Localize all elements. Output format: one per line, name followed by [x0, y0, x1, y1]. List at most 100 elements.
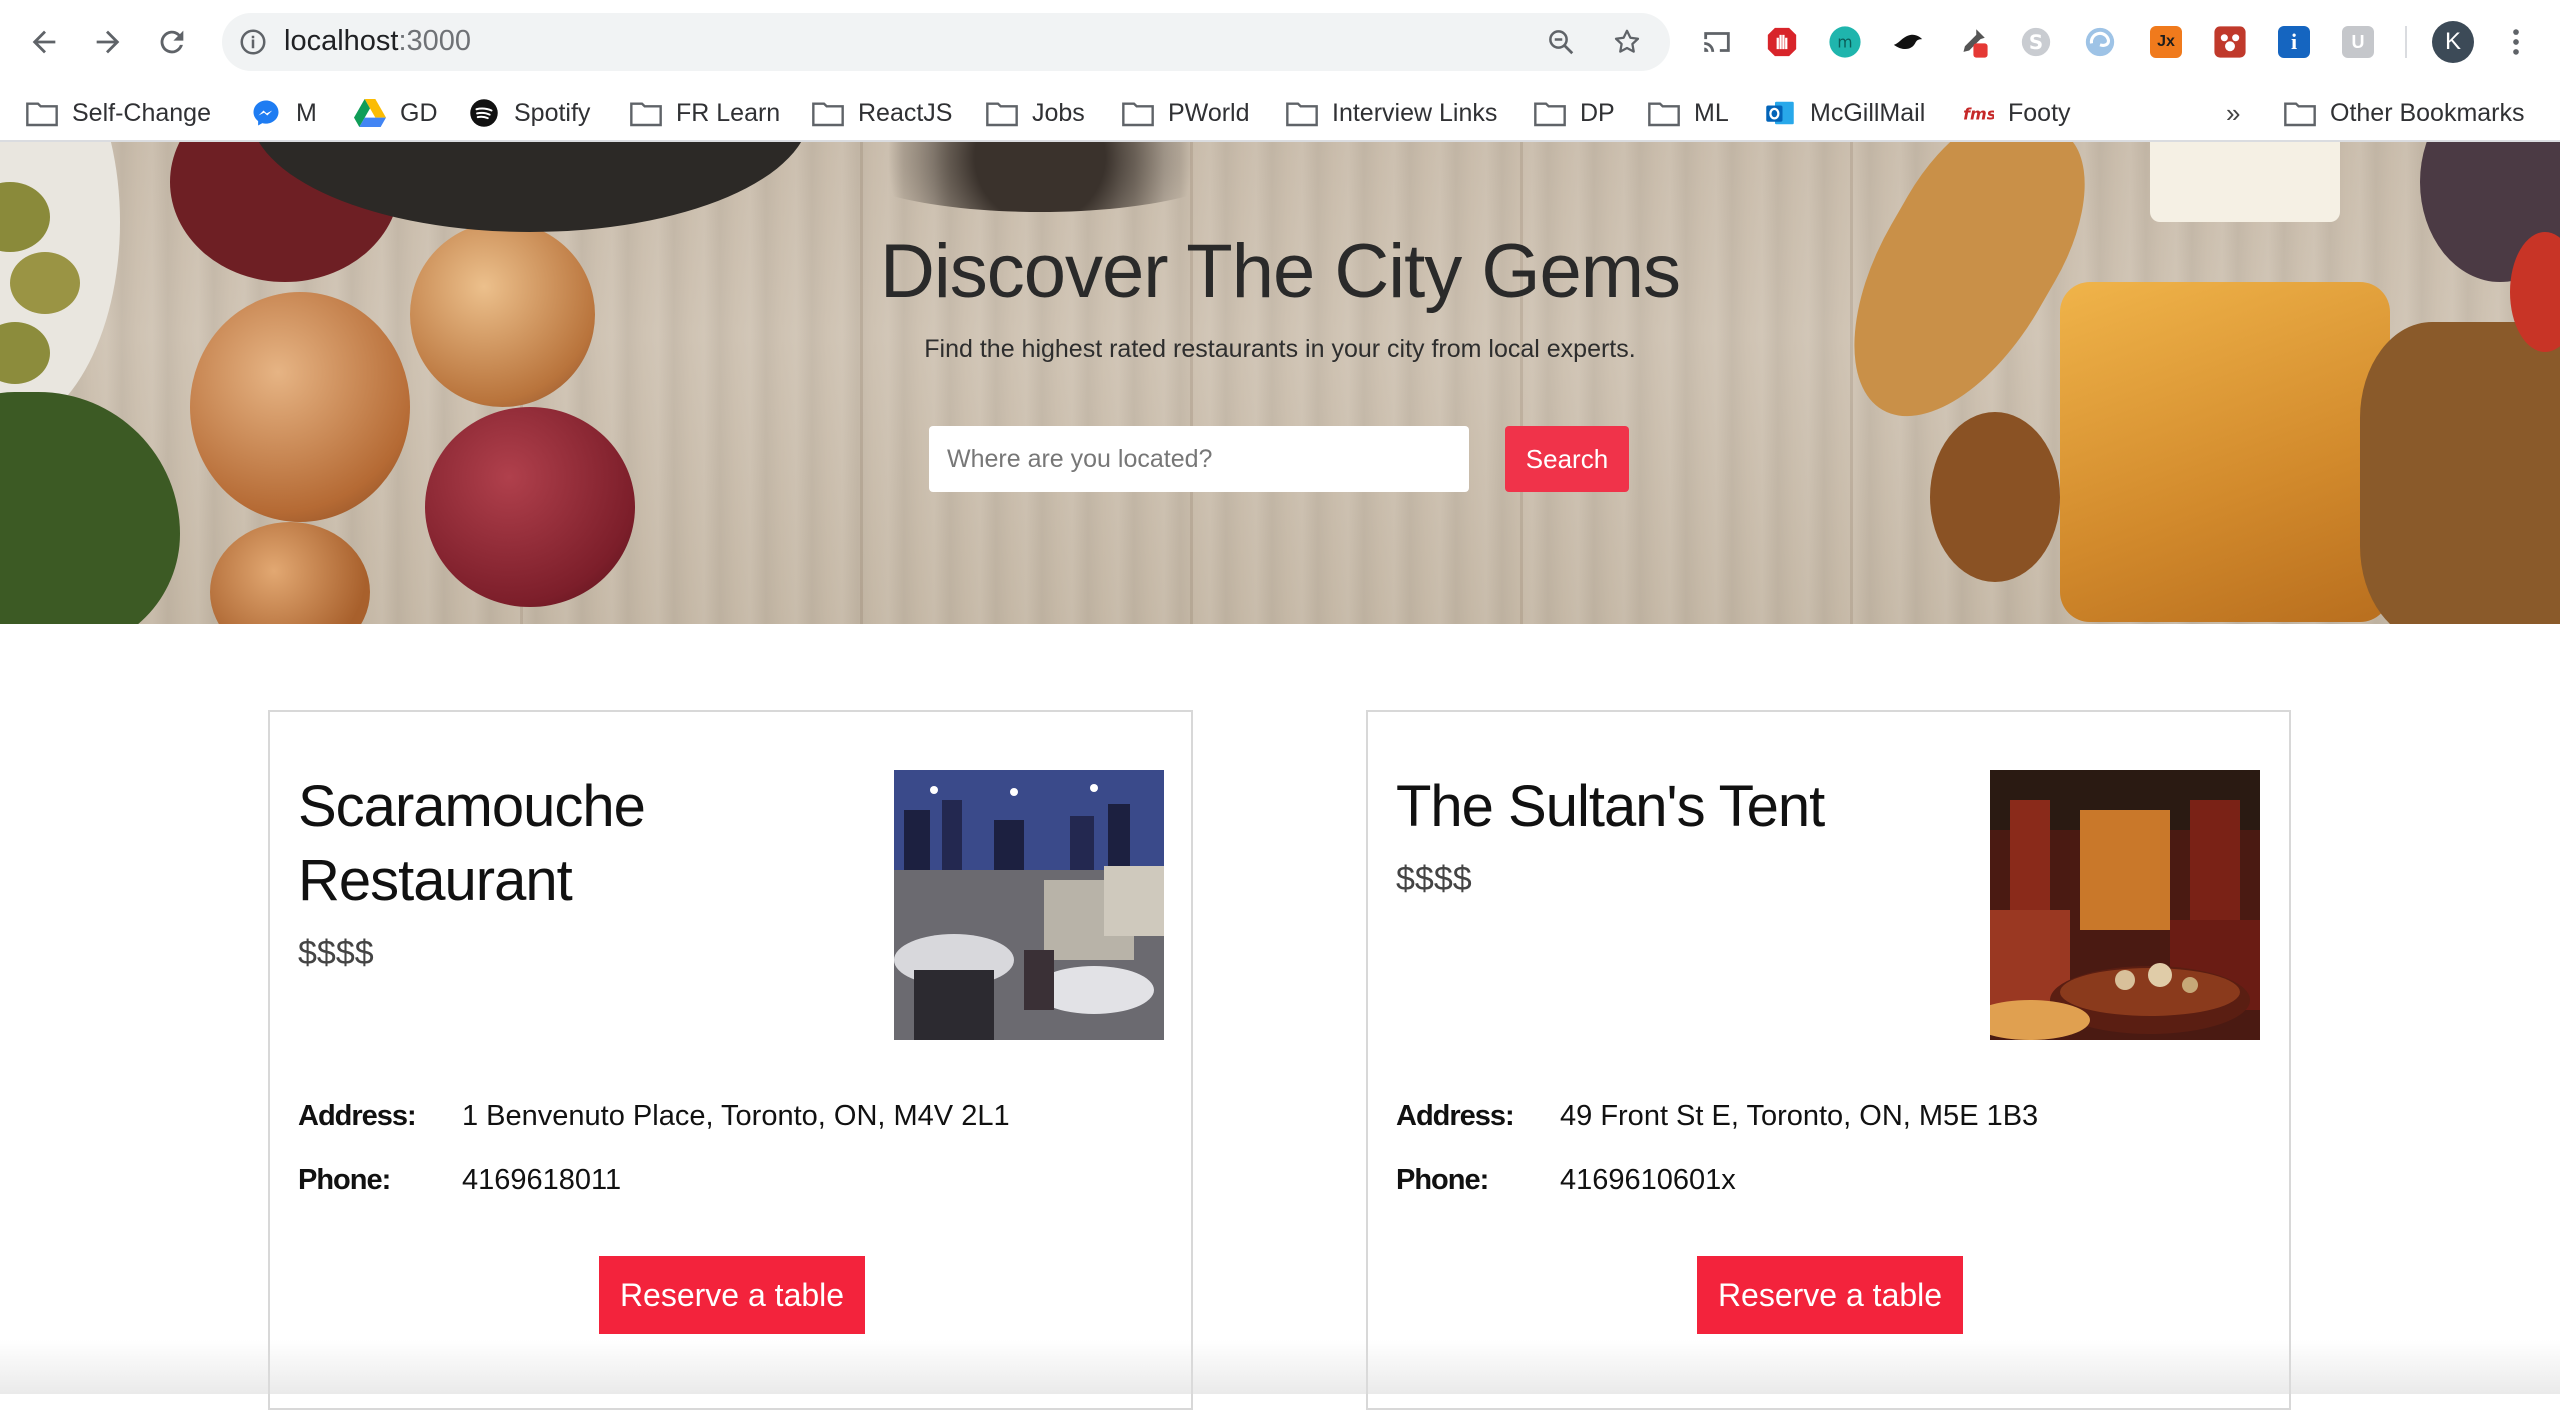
- peppercorns-image: [830, 142, 1250, 212]
- restaurant-name: The Sultan's Tent: [1396, 774, 1825, 839]
- edge-extension[interactable]: [2080, 22, 2120, 62]
- phone-value: 4169610601x: [1560, 1164, 1736, 1196]
- eyedropper-extension[interactable]: [1952, 22, 1992, 62]
- folder-icon: [1648, 97, 1680, 129]
- address-value: 49 Front St E, Toronto, ON, M5E 1B3: [1560, 1100, 2039, 1132]
- bookmark-ml[interactable]: ML: [1648, 93, 1729, 133]
- folder-icon: [26, 97, 58, 129]
- bookmark-label: Jobs: [1032, 98, 1085, 127]
- search-button[interactable]: Search: [1505, 426, 1629, 492]
- outlook-icon: [1764, 97, 1796, 129]
- bookmark-fr-learn[interactable]: FR Learn: [630, 93, 780, 133]
- hero-title: Discover The City Gems: [879, 229, 1681, 314]
- bookmark-label: Self-Change: [72, 98, 211, 127]
- bookmark-label: M: [296, 98, 317, 127]
- bookmark-star-icon[interactable]: [1612, 27, 1642, 57]
- folder-icon: [1534, 97, 1566, 129]
- onion-image: [190, 292, 410, 522]
- bookmark-interview-links[interactable]: Interview Links: [1286, 93, 1497, 133]
- address-row: Address: 1 Benvenuto Place, Toronto, ON,…: [298, 1100, 1010, 1133]
- reserve-table-button[interactable]: Reserve a table: [1697, 1256, 1963, 1334]
- bookmark-label: FR Learn: [676, 98, 781, 127]
- onion-image: [210, 522, 370, 624]
- phone-value: 4169618011: [462, 1164, 622, 1196]
- wooden-spoon-image: [1930, 412, 2060, 582]
- svg-text:fms: fms: [1963, 104, 1994, 123]
- swirl-icon: [2085, 27, 2115, 57]
- reload-icon: [160, 30, 184, 54]
- messenger-icon: [250, 97, 282, 129]
- toolbar-separator: [2405, 26, 2407, 58]
- adblock-extension[interactable]: [1762, 22, 1802, 62]
- restaurant-card: The Sultan's Tent $$$$ Address: 49 Front…: [1366, 710, 2291, 1410]
- bookmark-label: ML: [1694, 98, 1729, 127]
- cast-extension[interactable]: [1697, 22, 1737, 62]
- location-search-input[interactable]: [929, 426, 1469, 492]
- skype-icon: S: [2021, 27, 2051, 57]
- skype-extension[interactable]: S: [2016, 22, 2056, 62]
- bookmark-label: Spotify: [514, 98, 591, 127]
- site-info-icon[interactable]: [238, 27, 268, 57]
- bookmark-label: Interview Links: [1332, 98, 1498, 127]
- red-extension[interactable]: [2210, 22, 2250, 62]
- phone-label: Phone:: [1396, 1164, 1489, 1196]
- folder-icon: [1286, 97, 1318, 129]
- bookmark-mcgillmail[interactable]: McGillMail: [1764, 93, 1925, 133]
- eyedropper-icon: [1963, 29, 1988, 58]
- chrome-menu-button[interactable]: [2496, 22, 2536, 62]
- bookmark-label: ReactJS: [858, 98, 953, 127]
- folder-icon: [2284, 97, 2316, 129]
- profile-avatar[interactable]: K: [2432, 21, 2474, 63]
- bookmark-dp[interactable]: DP: [1534, 93, 1615, 133]
- address-row: Address: 49 Front St E, Toronto, ON, M5E…: [1396, 1100, 2038, 1133]
- address-value: 1 Benvenuto Place, Toronto, ON, M4V 2L1: [462, 1100, 1010, 1132]
- phone-label: Phone:: [298, 1164, 391, 1196]
- phone-row: Phone: 4169618011: [298, 1164, 621, 1197]
- wood-seam: [1190, 142, 1193, 624]
- url-host: localhost: [284, 25, 399, 57]
- bookmark-footy[interactable]: fms Footy: [1962, 93, 2071, 133]
- bookmark-spotify[interactable]: Spotify: [468, 93, 590, 133]
- bookmark-other-bookmarks[interactable]: Other Bookmarks: [2284, 93, 2525, 133]
- bookmarks-overflow-button[interactable]: »: [2226, 93, 2240, 133]
- hawk-extension[interactable]: [1888, 22, 1928, 62]
- bookmark-label: DP: [1580, 98, 1615, 127]
- wood-seam: [1520, 142, 1523, 624]
- bookmark-gd[interactable]: GD: [354, 93, 438, 133]
- parsley-image: [0, 392, 180, 624]
- bookmarks-bar: Self-Change M GD Spotify FR Learn ReactJ…: [0, 84, 2560, 142]
- jx-extension[interactable]: Jx: [2146, 22, 2186, 62]
- fms-icon: fms: [1962, 97, 1994, 129]
- restaurant-card: Scaramouche Restaurant $$$$ Address: 1 B…: [268, 710, 1193, 1410]
- restaurant-price: $$$$: [1396, 860, 1472, 898]
- url-text[interactable]: localhost:3000: [284, 25, 471, 58]
- bookmark-label: Footy: [2008, 98, 2071, 127]
- folder-icon: [630, 97, 662, 129]
- zoom-out-icon[interactable]: [1546, 27, 1576, 57]
- reload-button[interactable]: [148, 18, 196, 66]
- restaurant-name: Scaramouche Restaurant: [298, 774, 646, 913]
- bookmark-jobs[interactable]: Jobs: [986, 93, 1085, 133]
- teal-extension[interactable]: m: [1825, 22, 1865, 62]
- reserve-table-button[interactable]: Reserve a table: [599, 1256, 865, 1334]
- restaurant-photo: [894, 770, 1164, 1040]
- bookmark-pworld[interactable]: PWorld: [1122, 93, 1250, 133]
- jx-icon: Jx: [2150, 26, 2182, 58]
- info-extension[interactable]: i: [2274, 22, 2314, 62]
- forward-button[interactable]: [84, 18, 132, 66]
- bread-image: [2060, 282, 2390, 622]
- folder-icon: [986, 97, 1018, 129]
- bookmark-label: PWorld: [1168, 98, 1250, 127]
- svg-text:S: S: [2029, 31, 2043, 54]
- address-bar[interactable]: localhost:3000: [222, 13, 1670, 71]
- notebook-image: [2150, 142, 2340, 222]
- bookmark-m[interactable]: M: [250, 93, 317, 133]
- teal-circle-icon: m: [1829, 26, 1861, 58]
- url-port: :3000: [398, 25, 472, 57]
- back-button[interactable]: [20, 18, 68, 66]
- wood-seam: [1850, 142, 1853, 624]
- bookmark-reactjs[interactable]: ReactJS: [812, 93, 952, 133]
- u-extension[interactable]: U: [2338, 22, 2378, 62]
- bookmark-self-change[interactable]: Self-Change: [26, 93, 211, 133]
- address-label: Address:: [298, 1100, 417, 1132]
